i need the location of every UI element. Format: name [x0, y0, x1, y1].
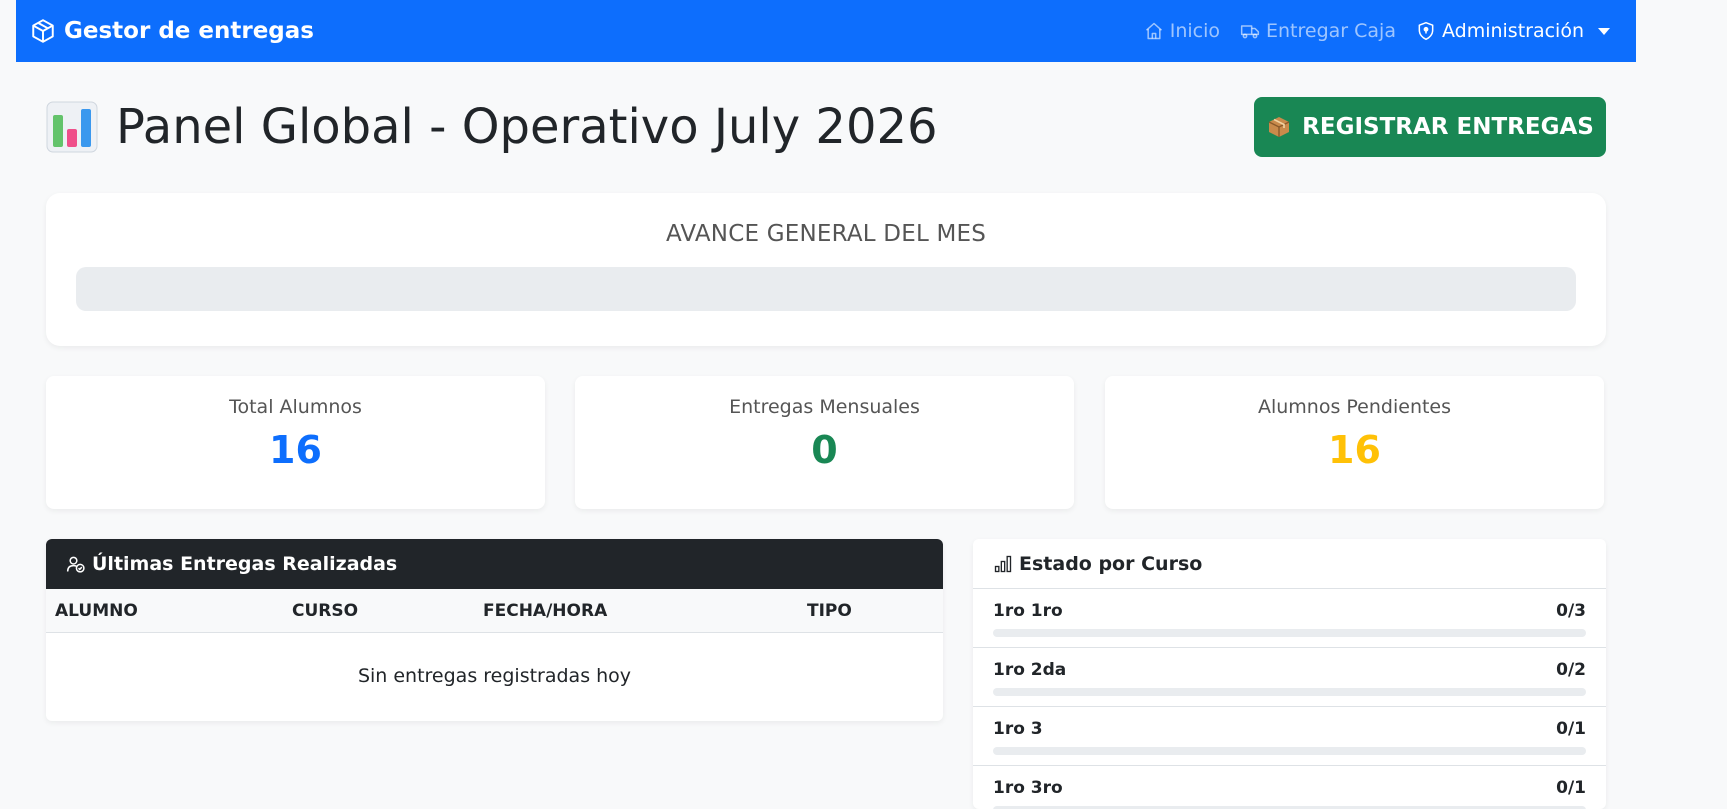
user-check-icon — [66, 556, 85, 573]
register-deliveries-button[interactable]: REGISTRAR ENTREGAS — [1254, 97, 1606, 157]
course-name: 1ro 3 — [993, 719, 1043, 739]
course-progress-bar — [993, 688, 1586, 696]
course-status-card: Estado por Curso 1ro 1ro 0/3 1ro 2da 0/2… — [973, 539, 1606, 809]
course-name: 1ro 1ro — [993, 601, 1063, 621]
chevron-down-icon — [1598, 27, 1610, 35]
page-title: Panel Global - Operativo July 2026 — [46, 99, 938, 155]
stat-value: 16 — [1328, 428, 1381, 472]
course-name: 1ro 2da — [993, 660, 1067, 680]
page-title-text: Panel Global - Operativo July 2026 — [116, 99, 938, 155]
stat-alumnos-pendientes: Alumnos Pendientes 16 — [1105, 376, 1604, 509]
stat-label: Entregas Mensuales — [729, 396, 920, 418]
nav-entregar-caja-label: Entregar Caja — [1266, 20, 1396, 42]
list-item: 1ro 3ro 0/1 — [973, 766, 1606, 809]
course-count: 0/1 — [1556, 778, 1586, 798]
package-icon — [1268, 117, 1290, 137]
empty-deliveries-message: Sin entregas registradas hoy — [357, 665, 632, 687]
page-header: Panel Global - Operativo July 2026 REGIS… — [46, 92, 1606, 162]
brand-link[interactable]: Gestor de entregas — [30, 18, 314, 44]
column-header: FECHA/HORA — [483, 600, 608, 621]
stat-value: 16 — [269, 428, 322, 472]
course-name: 1ro 3ro — [993, 778, 1063, 798]
bar-chart-icon — [46, 101, 98, 153]
signal-bars-icon — [994, 555, 1012, 572]
course-list: 1ro 1ro 0/3 1ro 2da 0/2 1ro 3 0/1 1ro 3r… — [973, 589, 1606, 809]
nav-administracion-label: Administración — [1441, 20, 1584, 42]
stat-entregas-mensuales: Entregas Mensuales 0 — [575, 376, 1074, 509]
course-status-title: Estado por Curso — [1019, 552, 1203, 575]
monthly-progress-title: AVANCE GENERAL DEL MES — [665, 221, 987, 247]
stat-label: Total Alumnos — [229, 396, 362, 418]
column-header: CURSO — [292, 600, 359, 621]
course-progress-bar — [993, 747, 1586, 755]
stat-value: 0 — [811, 428, 838, 472]
nav-administracion-dropdown[interactable]: Administración — [1416, 20, 1610, 42]
shield-icon — [1418, 21, 1434, 41]
monthly-progress-card: AVANCE GENERAL DEL MES — [46, 193, 1606, 346]
register-deliveries-label: REGISTRAR ENTREGAS — [1302, 114, 1594, 140]
nav-inicio-label: Inicio — [1169, 20, 1220, 42]
brand-text: Gestor de entregas — [64, 18, 314, 44]
nav-links: Inicio Entregar Caja Administración — [1144, 20, 1610, 42]
course-count: 0/3 — [1556, 601, 1586, 621]
list-item: 1ro 2da 0/2 — [973, 648, 1606, 707]
list-item: 1ro 1ro 0/3 — [973, 589, 1606, 648]
top-navbar: Gestor de entregas Inicio Entregar Caja … — [16, 0, 1636, 62]
nav-entregar-caja[interactable]: Entregar Caja — [1240, 20, 1396, 42]
stat-label: Alumnos Pendientes — [1257, 396, 1452, 418]
recent-deliveries-header: Últimas Entregas Realizadas — [46, 539, 943, 589]
course-status-header: Estado por Curso — [973, 539, 1606, 589]
stat-total-alumnos: Total Alumnos 16 — [46, 376, 545, 509]
box-icon — [32, 19, 54, 43]
course-count: 0/2 — [1556, 660, 1586, 680]
list-item: 1ro 3 0/1 — [973, 707, 1606, 766]
recent-deliveries-card: Últimas Entregas Realizadas ALUMNO CURSO… — [46, 539, 943, 721]
recent-deliveries-title: Últimas Entregas Realizadas — [92, 553, 398, 575]
truck-icon — [1240, 25, 1260, 39]
course-progress-bar — [993, 629, 1586, 637]
column-header: ALUMNO — [55, 600, 138, 621]
nav-inicio[interactable]: Inicio — [1144, 20, 1220, 42]
house-icon — [1145, 22, 1162, 40]
deliveries-table-header: ALUMNO CURSO FECHA/HORA TIPO — [46, 589, 943, 633]
monthly-progress-bar — [76, 267, 1576, 311]
course-count: 0/1 — [1556, 719, 1586, 739]
column-header: TIPO — [807, 600, 852, 621]
